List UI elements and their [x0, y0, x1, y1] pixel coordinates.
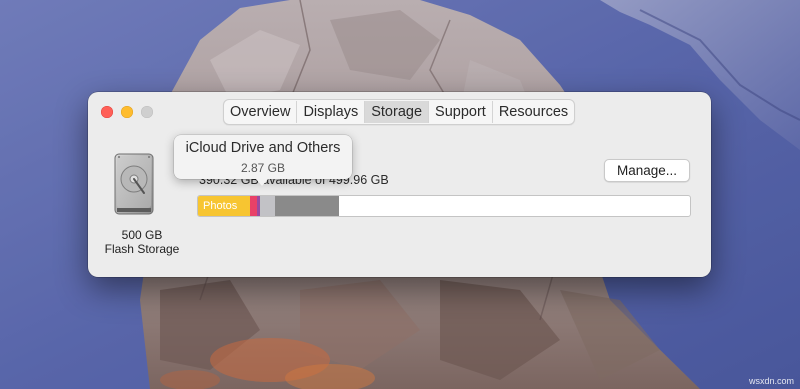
- storage-segment-system-b[interactable]: [275, 196, 340, 216]
- manage-button[interactable]: Manage...: [604, 159, 690, 182]
- storage-segment-system-a[interactable]: [260, 196, 276, 216]
- tooltip-value: 2.87 GB: [240, 161, 286, 175]
- watermark-text: wsxdn.com: [748, 376, 794, 386]
- hard-drive-icon: [114, 153, 154, 215]
- tab-support[interactable]: Support: [428, 101, 492, 123]
- about-this-mac-window: Overview Displays Storage Support Resour…: [88, 92, 711, 277]
- zoom-button[interactable]: [141, 106, 153, 118]
- tab-displays[interactable]: Displays: [296, 101, 364, 123]
- tooltip-arrow: [255, 178, 269, 186]
- storage-segment-photos[interactable]: Photos: [198, 196, 250, 216]
- disk-capacity-label: 500 GB: [121, 228, 163, 242]
- disk-type-label: Flash Storage: [104, 242, 180, 256]
- close-button[interactable]: [101, 106, 113, 118]
- tab-bar: Overview Displays Storage Support Resour…: [223, 99, 576, 125]
- tab-resources[interactable]: Resources: [491, 101, 574, 123]
- tooltip-title: iCloud Drive and Others: [185, 140, 341, 156]
- tab-storage[interactable]: Storage: [364, 101, 429, 123]
- minimize-button[interactable]: [121, 106, 133, 118]
- storage-tooltip: iCloud Drive and Others 2.87 GB: [174, 135, 352, 186]
- storage-bar: Photos: [197, 195, 691, 217]
- storage-segment-other[interactable]: [249, 196, 257, 216]
- tab-overview[interactable]: Overview: [224, 101, 296, 123]
